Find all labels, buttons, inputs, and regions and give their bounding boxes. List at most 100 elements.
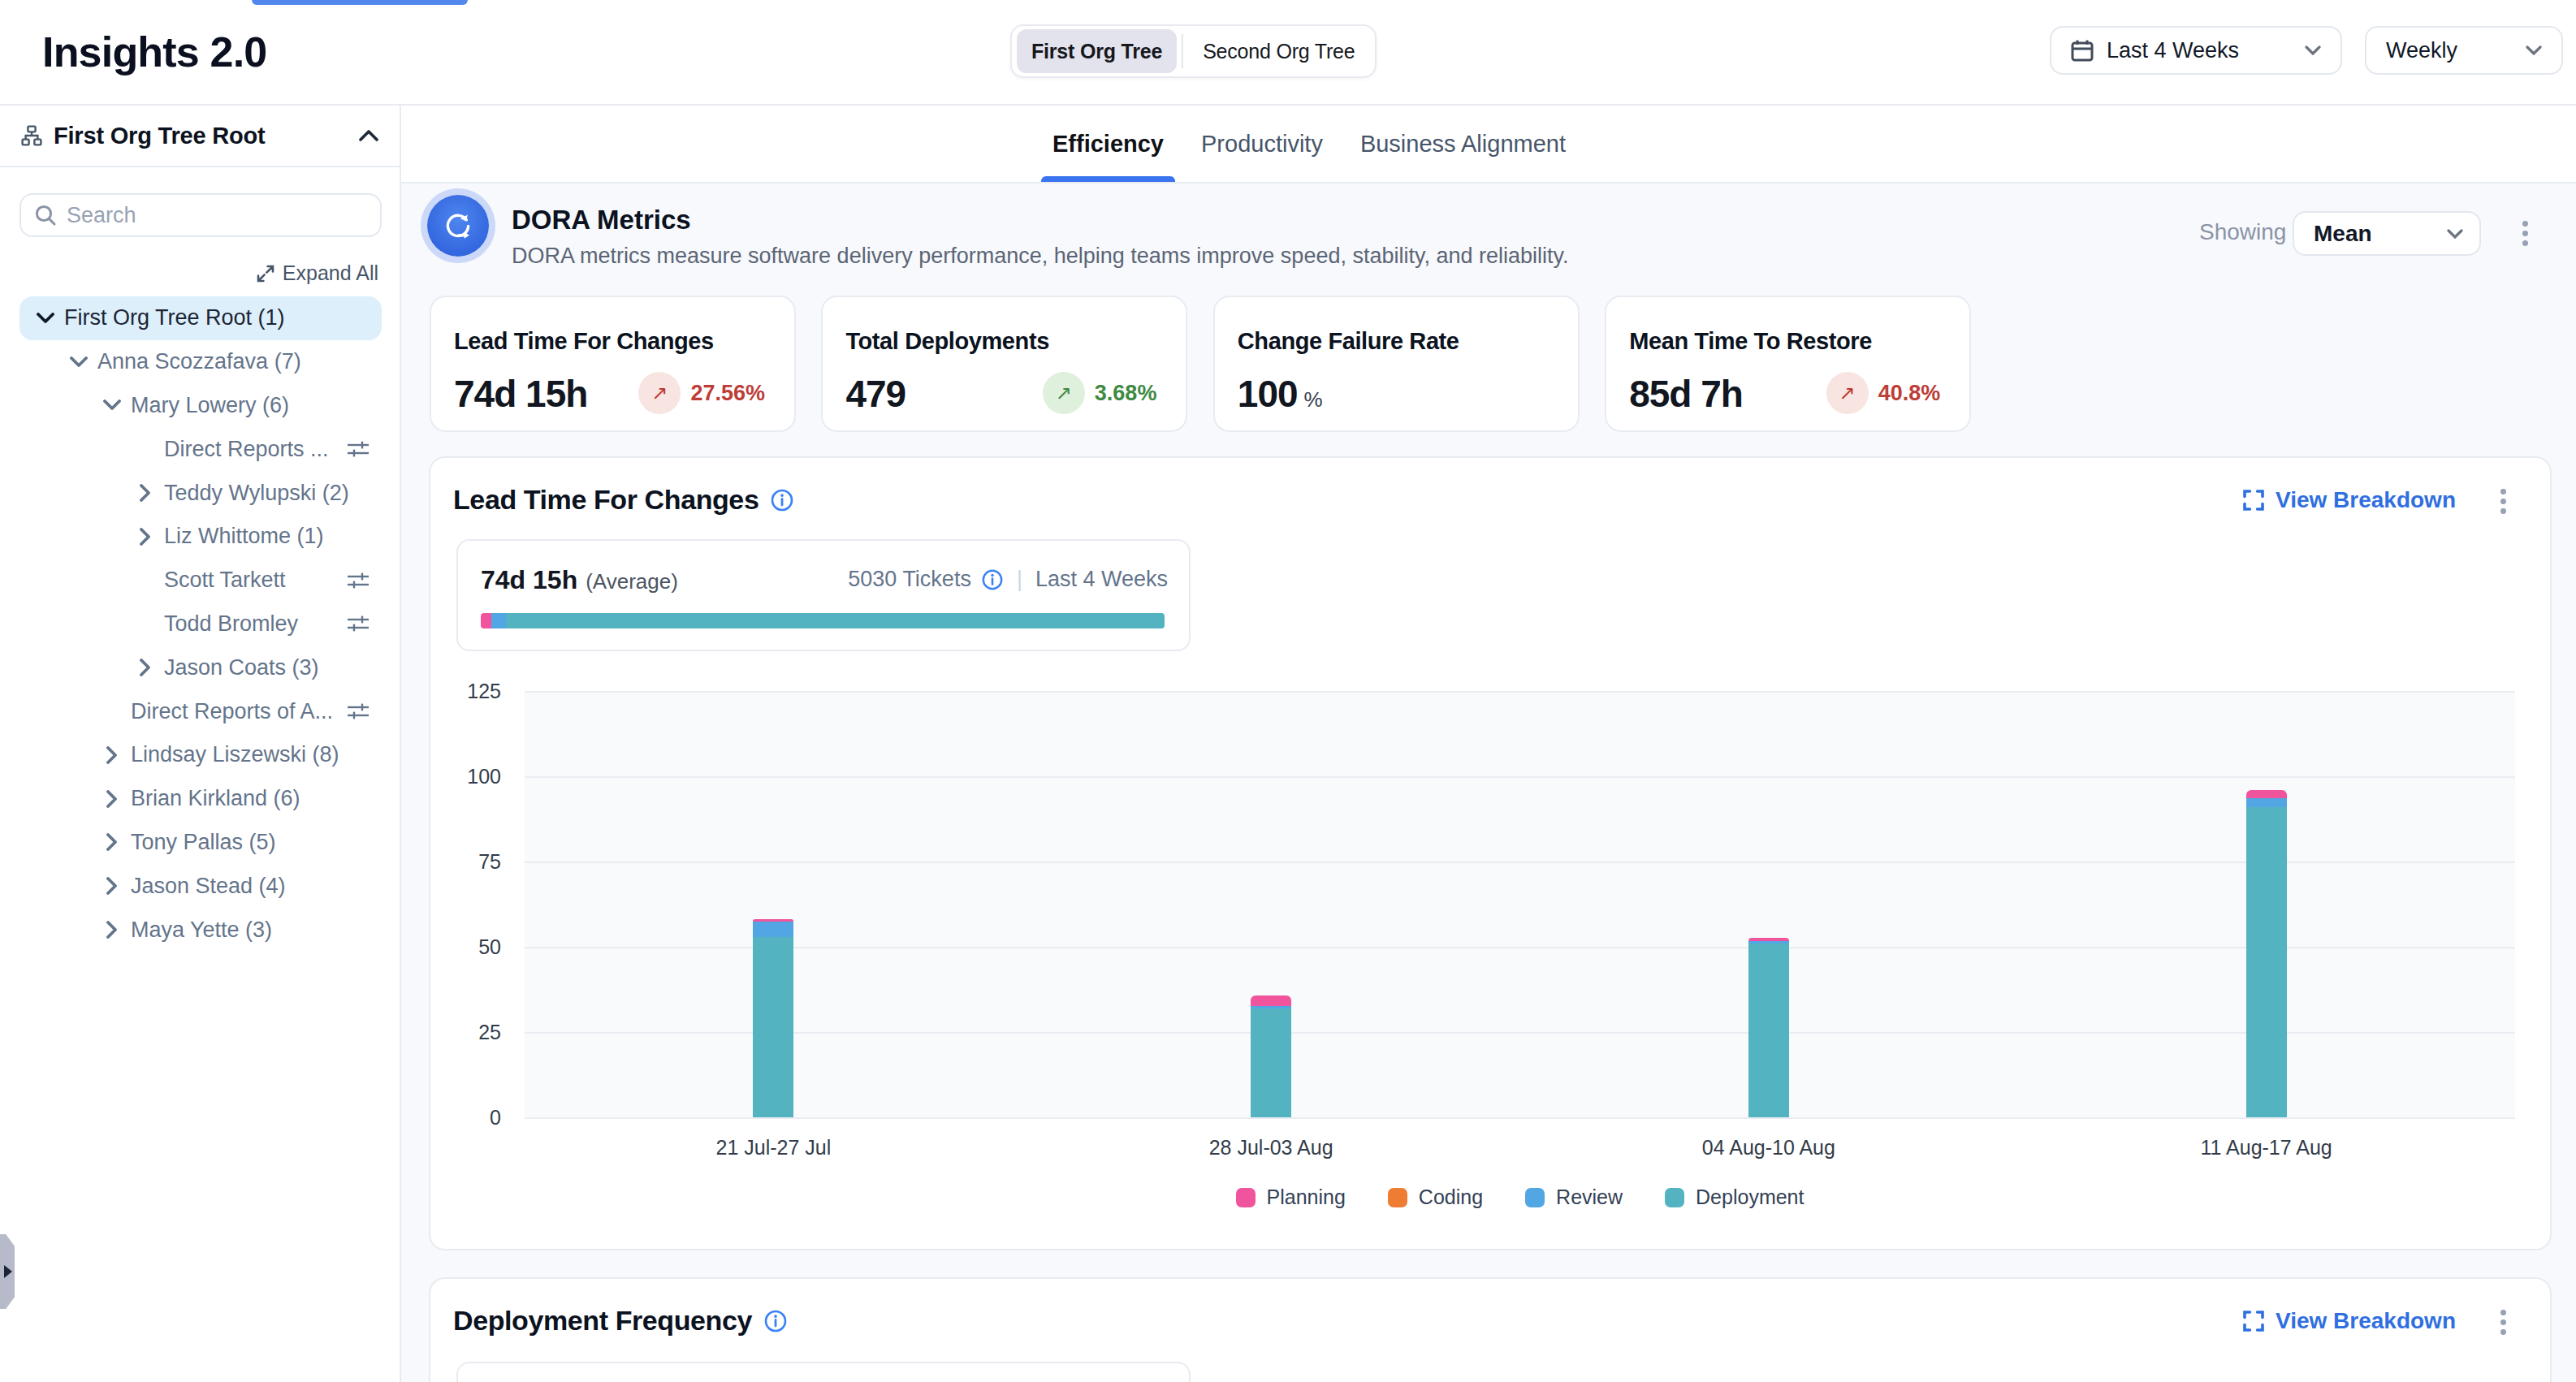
legend-item-deployment[interactable]: Deployment [1665, 1185, 1804, 1209]
tree-item-todd-bromley[interactable]: Todd Bromley [19, 602, 382, 646]
chevron-right-icon[interactable] [101, 831, 123, 853]
chevron-right-icon[interactable] [134, 482, 157, 504]
granularity-select[interactable]: Weekly [2365, 26, 2563, 75]
showing-value: Mean [2314, 221, 2447, 247]
legend-swatch [1236, 1188, 1256, 1207]
tree-item-jason-coats[interactable]: Jason Coats (3) [19, 646, 382, 689]
chevron-down-icon[interactable] [67, 351, 90, 374]
x-axis-label: 11 Aug-17 Aug [2201, 1136, 2332, 1160]
sidebar-search[interactable] [19, 193, 382, 237]
dora-section-title: DORA Metrics [512, 205, 691, 235]
info-icon[interactable] [763, 1309, 788, 1333]
tree-item-lindsay-liszewski[interactable]: Lindsay Liszewski (8) [19, 733, 382, 777]
dora-metrics-icon [427, 195, 489, 257]
tree-item-brian-kirkland[interactable]: Brian Kirkland (6) [19, 777, 382, 821]
tree-item-anna-scozzafava[interactable]: Anna Scozzafava (7) [19, 340, 382, 384]
tree-item-mary-lowery[interactable]: Mary Lowery (6) [19, 384, 382, 428]
showing-select[interactable]: Mean [2293, 211, 2481, 256]
y-axis-label: 50 [436, 935, 501, 959]
chevron-right-icon[interactable] [101, 788, 123, 810]
tree-item-maya-yette[interactable]: Maya Yette (3) [19, 908, 382, 952]
tree-item-direct-reports[interactable]: Direct Reports ... [19, 427, 382, 471]
metric-title: Total Deployments [845, 328, 1048, 355]
bar-28-jul-03-aug[interactable] [1251, 995, 1291, 1117]
metric-value: 74d 15h [454, 372, 587, 416]
tree-item-first-org-tree-root[interactable]: First Org Tree Root (1) [19, 296, 382, 340]
metric-delta: ↗40.8% [1826, 372, 1941, 414]
sidebar-root-label: First Org Tree Root [54, 123, 348, 149]
org-toggle-first[interactable]: First Org Tree [1017, 29, 1177, 73]
legend-item-coding[interactable]: Coding [1388, 1185, 1483, 1209]
metric-title: Mean Time To Restore [1629, 328, 1872, 355]
y-axis-label: 100 [436, 765, 501, 788]
info-icon[interactable] [770, 488, 794, 512]
chevron-down-icon [2447, 229, 2463, 239]
date-range-select[interactable]: Last 4 Weeks [2050, 26, 2342, 75]
legend-swatch [1665, 1188, 1684, 1207]
tree-item-direct-reports-of-a[interactable]: Direct Reports of A... [19, 689, 382, 733]
x-axis-label: 04 Aug-10 Aug [1702, 1136, 1835, 1160]
tab-business-alignment[interactable]: Business Alignment [1349, 106, 1577, 182]
info-icon[interactable] [981, 568, 1004, 591]
y-axis-label: 75 [436, 850, 501, 874]
legend-swatch [1525, 1188, 1545, 1207]
chevron-right-icon[interactable] [101, 744, 123, 767]
chevron-right-icon[interactable] [101, 875, 123, 897]
tree-item-liz-whittome[interactable]: Liz Whittome (1) [19, 515, 382, 559]
gridline [525, 947, 2515, 948]
chevron-right-icon[interactable] [134, 525, 157, 548]
x-axis-label: 21 Jul-27 Jul [716, 1136, 832, 1160]
tree-item-label: Anna Scozzafava (7) [97, 349, 382, 374]
collapse-chevron-up-icon[interactable] [359, 130, 378, 141]
filter-sliders-icon[interactable] [346, 570, 370, 591]
deployment-view-breakdown[interactable]: View Breakdown [2243, 1308, 2456, 1334]
lead-time-view-breakdown[interactable]: View Breakdown [2243, 487, 2456, 513]
bar-04-aug-10-aug[interactable] [1748, 938, 1789, 1117]
tree-item-teddy-wylupski[interactable]: Teddy Wylupski (2) [19, 471, 382, 515]
chevron-down-icon [2305, 45, 2321, 55]
dora-kebab-menu[interactable] [2522, 221, 2528, 246]
lead-time-kebab-menu[interactable] [2500, 489, 2506, 514]
gridline [525, 691, 2515, 693]
sidebar-collapse-tab[interactable] [0, 1234, 15, 1309]
y-axis-label: 0 [436, 1106, 501, 1129]
filter-sliders-icon[interactable] [346, 438, 370, 460]
deployment-kebab-menu[interactable] [2500, 1310, 2506, 1335]
filter-sliders-icon[interactable] [346, 613, 370, 634]
filter-sliders-icon[interactable] [346, 701, 370, 722]
bar-11-aug-17-aug[interactable] [2246, 790, 2287, 1117]
chevron-down-icon[interactable] [34, 307, 57, 330]
tab-efficiency[interactable]: Efficiency [1041, 106, 1175, 182]
tree-item-scott-tarkett[interactable]: Scott Tarkett [19, 559, 382, 602]
gridline [525, 1117, 2515, 1119]
expand-all-button[interactable]: Expand All [257, 261, 378, 285]
lead-time-title: Lead Time For Changes [453, 484, 759, 516]
chevron-right-icon[interactable] [134, 656, 157, 679]
chevron-down-icon[interactable] [101, 394, 123, 417]
tree-item-tony-pallas[interactable]: Tony Pallas (5) [19, 821, 382, 865]
insights-app: Insights 2.0 First Org TreeSecond Org Tr… [0, 0, 2576, 1382]
org-toggle-second[interactable]: Second Org Tree [1188, 29, 1369, 73]
tree-item-label: Maya Yette (3) [131, 918, 382, 943]
showing-label: Showing [2199, 219, 2286, 245]
metric-card-mean-time-to-restore: Mean Time To Restore85d 7h↗40.8% [1605, 296, 1971, 432]
tab-productivity[interactable]: Productivity [1190, 106, 1334, 182]
deployment-frequency-panel: Deployment Frequency View Breakdown [429, 1277, 2552, 1382]
legend-item-planning[interactable]: Planning [1236, 1185, 1346, 1209]
metric-value: 479 [845, 372, 905, 416]
legend-item-review[interactable]: Review [1525, 1185, 1623, 1209]
search-input[interactable] [67, 203, 367, 228]
bar-21-jul-27-jul[interactable] [753, 919, 793, 1117]
metric-title: Lead Time For Changes [454, 328, 714, 355]
metric-delta: ↗27.56% [638, 372, 765, 414]
divider: | [1017, 567, 1022, 592]
y-axis-label: 25 [436, 1021, 501, 1044]
summary-value: 74d 15h [481, 565, 577, 595]
metric-delta-value: 40.8% [1878, 381, 1941, 406]
tree-item-label: Tony Pallas (5) [131, 830, 382, 855]
tree-item-jason-stead[interactable]: Jason Stead (4) [19, 864, 382, 908]
chevron-right-icon[interactable] [101, 918, 123, 941]
summary-tickets: 5030 Tickets [848, 567, 971, 592]
legend-swatch [1388, 1188, 1407, 1207]
tree-item-label: Liz Whittome (1) [164, 524, 382, 549]
